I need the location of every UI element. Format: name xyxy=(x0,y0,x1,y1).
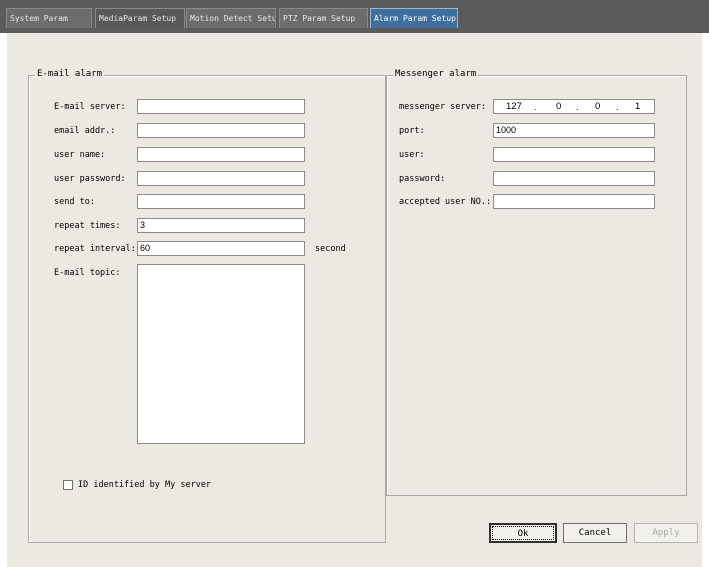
ip-dot: . xyxy=(534,102,537,112)
accepted-user-field[interactable] xyxy=(493,194,655,209)
tab-media-param-setup[interactable]: MediaParam Setup xyxy=(95,8,185,28)
tab-ptz-param-setup[interactable]: PTZ Param Setup xyxy=(279,8,368,28)
email-server-label: E-mail server: xyxy=(54,102,126,112)
email-alarm-group: E-mail alarm E-mail server: email addr.:… xyxy=(28,69,386,543)
repeat-interval-label: repeat interval: xyxy=(54,244,136,254)
cancel-button[interactable]: Cancel xyxy=(563,523,627,543)
user-name-field[interactable] xyxy=(137,147,305,162)
ip-octet-3: 0 xyxy=(595,101,601,112)
repeat-times-field[interactable]: 3 xyxy=(137,218,305,233)
email-server-field[interactable] xyxy=(137,99,305,114)
ok-button[interactable]: Ok xyxy=(489,523,557,543)
tab-bar: System Param MediaParam Setup Motion Det… xyxy=(0,0,709,33)
ip-octet-1: 127 xyxy=(506,101,522,112)
messenger-server-ip-field[interactable]: 127 . 0 . 0 . 1 xyxy=(493,99,655,114)
email-addr-label: email addr.: xyxy=(54,126,116,136)
email-topic-label: E-mail topic: xyxy=(54,268,121,278)
messenger-server-label: messenger server: xyxy=(399,102,486,112)
tab-motion-detect-setup[interactable]: Motion Detect Setup xyxy=(186,8,276,28)
messenger-password-field[interactable] xyxy=(493,171,655,186)
repeat-interval-field[interactable]: 60 xyxy=(137,241,305,256)
email-topic-textarea[interactable] xyxy=(137,264,305,444)
send-to-label: send to: xyxy=(54,197,95,207)
email-addr-field[interactable] xyxy=(137,123,305,138)
ip-dot: . xyxy=(616,102,619,112)
port-field[interactable]: 1000 xyxy=(493,123,655,138)
accepted-user-label: accepted user NO.: xyxy=(399,197,492,207)
email-alarm-legend: E-mail alarm xyxy=(35,69,105,79)
id-identified-label: ID identified by My server xyxy=(78,480,212,490)
ip-octet-2: 0 xyxy=(556,101,562,112)
apply-button[interactable]: Apply xyxy=(634,523,698,543)
tab-system-param[interactable]: System Param xyxy=(6,8,92,28)
tab-alarm-param-setup[interactable]: Alarm Param Setup xyxy=(370,8,458,28)
user-name-label: user name: xyxy=(54,150,106,160)
ip-octet-4: 1 xyxy=(635,101,641,112)
messenger-alarm-legend: Messenger alarm xyxy=(393,69,479,79)
repeat-times-label: repeat times: xyxy=(54,221,121,231)
messenger-alarm-group: Messenger alarm messenger server: 127 . … xyxy=(386,69,687,496)
ip-dot: . xyxy=(576,102,579,112)
alarm-param-panel: E-mail alarm E-mail server: email addr.:… xyxy=(7,33,702,567)
port-label: port: xyxy=(399,126,425,136)
send-to-field[interactable] xyxy=(137,194,305,209)
id-identified-checkbox[interactable] xyxy=(63,480,73,490)
messenger-user-label: user: xyxy=(399,150,425,160)
interval-unit-label: second xyxy=(315,244,346,254)
user-password-field[interactable] xyxy=(137,171,305,186)
user-password-label: user password: xyxy=(54,174,126,184)
messenger-password-label: password: xyxy=(399,174,446,184)
messenger-user-field[interactable] xyxy=(493,147,655,162)
